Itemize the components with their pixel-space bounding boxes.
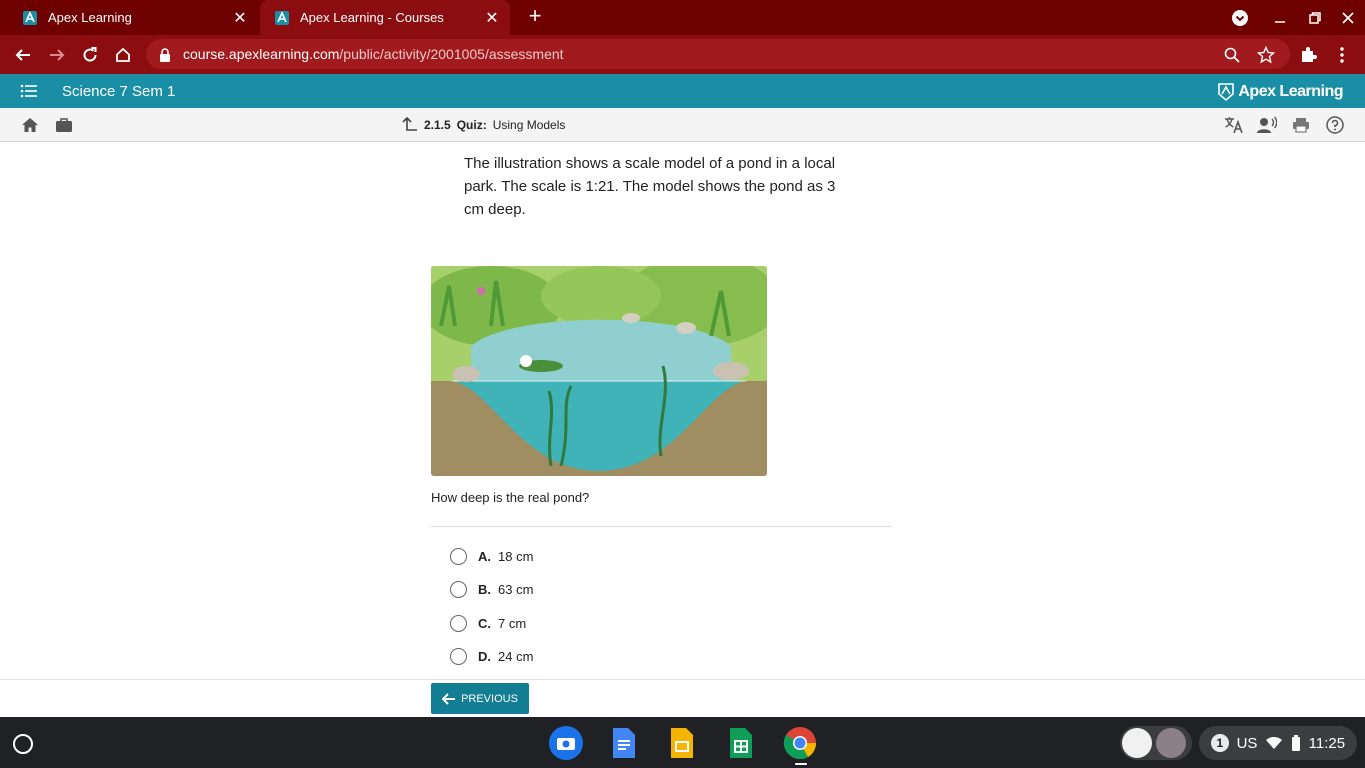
close-window-icon[interactable] bbox=[1331, 0, 1365, 35]
close-tab-icon[interactable]: ✕ bbox=[230, 8, 250, 28]
forward-icon[interactable] bbox=[40, 35, 74, 74]
read-aloud-icon[interactable] bbox=[1254, 108, 1280, 142]
radio-button[interactable] bbox=[450, 548, 467, 565]
answer-option-c[interactable]: C. 7 cm bbox=[450, 615, 526, 632]
chrome-icon[interactable] bbox=[783, 726, 817, 760]
battery-icon bbox=[1291, 735, 1300, 751]
url-host: course.apexlearning.com bbox=[183, 46, 340, 62]
tab-title: Apex Learning - Courses bbox=[300, 10, 444, 25]
option-text: 63 cm bbox=[498, 582, 534, 597]
help-icon[interactable] bbox=[1322, 108, 1348, 142]
option-letter: A. bbox=[478, 549, 491, 564]
notification-count: 1 bbox=[1210, 734, 1229, 752]
brand-name: Apex Learning bbox=[1238, 83, 1343, 100]
answer-option-a[interactable]: A. 18 cm bbox=[450, 548, 533, 565]
app-header: Science 7 Sem 1 Apex Learning bbox=[0, 74, 1365, 108]
restore-icon[interactable] bbox=[1298, 0, 1332, 35]
translate-icon[interactable] bbox=[1221, 108, 1247, 142]
apex-logo-icon bbox=[1218, 83, 1235, 102]
os-shelf: 1 US 11:25 bbox=[0, 717, 1365, 768]
divider bbox=[431, 526, 892, 527]
previous-button[interactable]: PREVIOUS bbox=[431, 683, 529, 714]
running-indicator bbox=[795, 763, 807, 765]
radio-button[interactable] bbox=[450, 648, 467, 665]
tab-search-icon[interactable] bbox=[1223, 0, 1257, 35]
extensions-icon[interactable] bbox=[1291, 35, 1325, 74]
screenshot-thumbnail[interactable] bbox=[1122, 728, 1152, 758]
minimize-icon[interactable] bbox=[1263, 0, 1297, 35]
briefcase-icon[interactable] bbox=[51, 108, 77, 142]
close-tab-icon[interactable]: ✕ bbox=[482, 8, 502, 28]
radio-button[interactable] bbox=[450, 581, 467, 598]
answer-option-b[interactable]: B. 63 cm bbox=[450, 581, 533, 598]
activity-type: Quiz: bbox=[456, 118, 487, 132]
question-text: How deep is the real pond? bbox=[431, 490, 590, 505]
keyboard-layout: US bbox=[1236, 734, 1258, 752]
arrow-left-icon bbox=[442, 692, 456, 705]
slides-icon[interactable] bbox=[665, 726, 699, 760]
up-arrow-icon[interactable] bbox=[400, 117, 418, 133]
browser-tab[interactable]: Apex Learning ✕ bbox=[8, 0, 258, 35]
print-icon[interactable] bbox=[1288, 108, 1314, 142]
apex-favicon-icon bbox=[275, 10, 289, 25]
browser-tab-strip: Apex Learning ✕ Apex Learning - Courses … bbox=[0, 0, 1365, 35]
lock-icon[interactable] bbox=[148, 35, 182, 74]
new-tab-icon[interactable]: + bbox=[524, 5, 546, 27]
radio-button[interactable] bbox=[450, 615, 467, 632]
avatar[interactable] bbox=[1156, 728, 1186, 758]
quiz-footer: PREVIOUS bbox=[0, 679, 1365, 717]
reload-icon[interactable] bbox=[73, 35, 107, 74]
option-text: 18 cm bbox=[498, 549, 534, 564]
activity-title: Using Models bbox=[492, 118, 566, 132]
menu-list-icon[interactable] bbox=[20, 84, 38, 103]
url-path: /public/activity/2001005/assessment bbox=[339, 46, 564, 62]
option-letter: C. bbox=[478, 616, 491, 631]
status-tray[interactable]: 1 US 11:25 bbox=[1199, 726, 1357, 760]
course-title: Science 7 Sem 1 bbox=[62, 83, 176, 100]
apex-logo[interactable]: Apex Learning bbox=[1217, 82, 1343, 102]
docs-icon[interactable] bbox=[607, 726, 641, 760]
option-letter: B. bbox=[478, 582, 491, 597]
answer-option-d[interactable]: D. 24 cm bbox=[450, 648, 533, 665]
home-icon[interactable] bbox=[17, 108, 43, 142]
back-icon[interactable] bbox=[6, 35, 40, 74]
activity-number: 2.1.5 bbox=[424, 118, 451, 132]
more-menu-icon[interactable] bbox=[1325, 35, 1359, 74]
activity-toolbar: 2.1.5 Quiz: Using Models bbox=[0, 108, 1365, 142]
bookmark-star-icon[interactable] bbox=[1249, 35, 1283, 74]
question-prompt: The illustration shows a scale model of … bbox=[464, 155, 836, 218]
pond-illustration bbox=[431, 266, 767, 476]
option-letter: D. bbox=[478, 649, 491, 664]
wifi-icon bbox=[1266, 736, 1283, 749]
clock: 11:25 bbox=[1308, 734, 1346, 752]
quiz-content: The illustration shows a scale model of … bbox=[0, 142, 1365, 679]
sheets-icon[interactable] bbox=[724, 726, 758, 760]
breadcrumb: 2.1.5 Quiz: Using Models bbox=[400, 117, 565, 133]
previous-label: PREVIOUS bbox=[461, 692, 518, 705]
option-text: 7 cm bbox=[498, 616, 527, 631]
zoom-search-icon[interactable] bbox=[1215, 35, 1249, 74]
url-text[interactable]: course.apexlearning.com/public/activity/… bbox=[183, 46, 564, 62]
browser-tab-active[interactable]: Apex Learning - Courses ✕ bbox=[260, 0, 510, 35]
option-text: 24 cm bbox=[498, 649, 534, 664]
launcher-icon[interactable] bbox=[13, 734, 33, 754]
camera-icon[interactable] bbox=[549, 726, 583, 760]
holding-space[interactable] bbox=[1120, 726, 1192, 760]
apex-favicon-icon bbox=[23, 10, 37, 25]
tab-title: Apex Learning bbox=[48, 10, 132, 25]
home-icon[interactable] bbox=[106, 35, 140, 74]
